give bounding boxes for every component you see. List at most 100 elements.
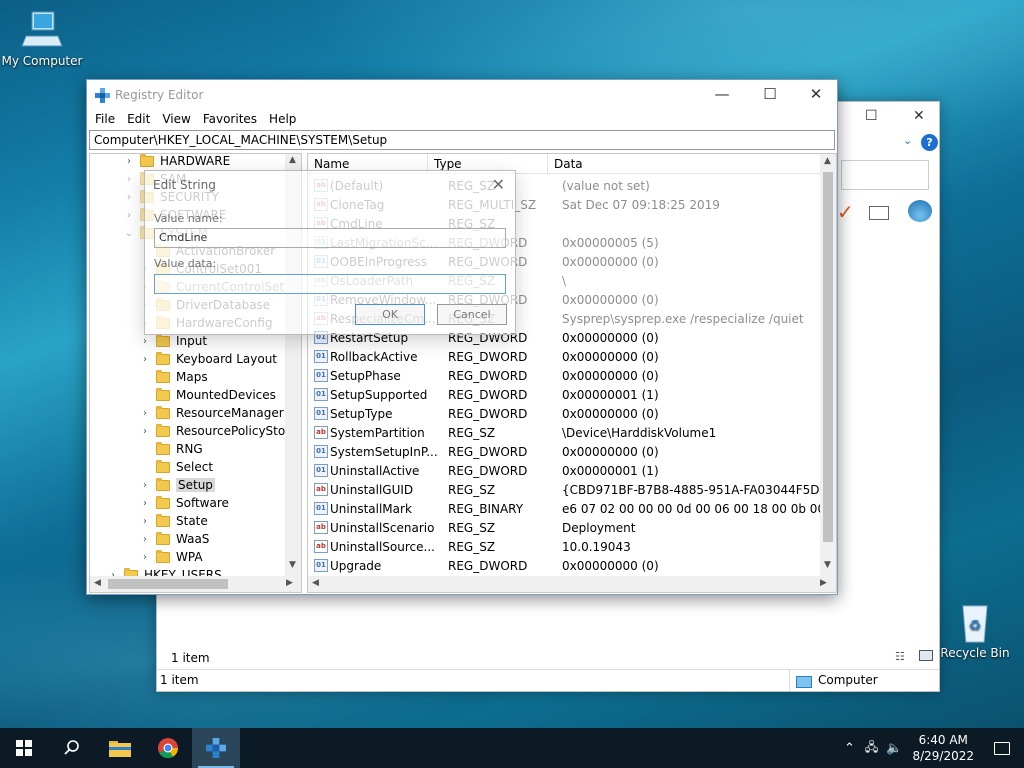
tree-horizontal-scrollbar[interactable]: ◀ ▶	[90, 576, 301, 592]
value-name: SetupSupported	[330, 387, 428, 402]
edit-string-dialog[interactable]: Edit String ✕ Value name: CmdLine Value …	[144, 170, 516, 335]
title-bar[interactable]: Registry Editor — ☐ ✕	[87, 80, 837, 110]
column-header-data[interactable]: Data	[548, 154, 821, 173]
clock[interactable]: 6:40 AM 8/29/2022	[912, 732, 974, 764]
search-button[interactable]	[48, 728, 96, 768]
value-row[interactable]: 01 SetupSupported REG_DWORD 0x00000001 (1)	[308, 385, 659, 404]
tiles-view-icon[interactable]	[919, 650, 933, 661]
network-icon[interactable]: 🖧	[865, 738, 878, 759]
close-button[interactable]: ✕	[793, 84, 839, 106]
registry-editor-taskbar-button[interactable]	[192, 728, 240, 768]
value-name: UninstallActive	[330, 463, 420, 478]
tree-item-rng[interactable]: RNG	[140, 440, 203, 458]
address-bar[interactable]: Computer\HKEY_LOCAL_MACHINE\SYSTEM\Setup	[89, 130, 835, 150]
start-button[interactable]	[0, 728, 48, 768]
value-row[interactable]: 01 SetupType REG_DWORD 0x00000000 (0)	[308, 404, 659, 423]
tree-item-keyboard-layout[interactable]: › Keyboard Layout	[140, 350, 277, 368]
value-row[interactable]: 01 SetupPhase REG_DWORD 0x00000000 (0)	[308, 366, 659, 385]
chevron-right-icon[interactable]: ›	[124, 174, 134, 185]
menu-edit[interactable]: Edit	[121, 110, 156, 130]
shell-icon[interactable]	[908, 200, 932, 222]
value-data: \Device\HarddiskVolume1	[562, 425, 717, 440]
registry-editor-window[interactable]: Registry Editor — ☐ ✕ File Edit View Fav…	[86, 79, 838, 595]
minimize-button[interactable]: —	[699, 84, 745, 106]
value-row[interactable]: 01 SystemSetupInP... REG_DWORD 0x00000000 (…	[308, 442, 659, 461]
value-data: (value not set)	[562, 178, 650, 193]
value-row[interactable]: 01 Upgrade REG_DWORD 0x00000000 (0)	[308, 556, 659, 575]
tree-item-setup[interactable]: › Setup	[140, 476, 215, 494]
scroll-right-arrow[interactable]: ▶	[286, 578, 293, 588]
chevron-down-icon[interactable]: ⌄	[124, 228, 134, 239]
scroll-right-arrow[interactable]: ▶	[820, 578, 827, 588]
ok-button[interactable]: OK	[355, 304, 425, 325]
chevron-right-icon[interactable]: ›	[140, 534, 150, 545]
value-row[interactable]: 01 UninstallActive REG_DWORD 0x00000001 (1)	[308, 461, 659, 480]
my-computer-desktop-icon[interactable]: My Computer	[0, 10, 84, 68]
chevron-right-icon[interactable]: ›	[140, 426, 150, 437]
tree-item-resourcemanager[interactable]: › ResourceManager	[140, 404, 284, 422]
tree-item-maps[interactable]: Maps	[140, 368, 208, 386]
volume-icon[interactable]: 🔈	[886, 741, 902, 756]
value-data-field[interactable]	[154, 274, 506, 294]
menu-help[interactable]: Help	[263, 110, 302, 130]
close-icon[interactable]: ✕	[492, 175, 505, 194]
value-row[interactable]: 01 UninstallMark REG_BINARY e6 07 02 00 00 …	[308, 499, 836, 518]
chevron-right-icon[interactable]: ›	[140, 408, 150, 419]
menu-view[interactable]: View	[156, 110, 196, 130]
chrome-taskbar-button[interactable]	[144, 728, 192, 768]
tree-item-hardware[interactable]: › HARDWARE	[124, 154, 230, 170]
search-box[interactable]	[841, 160, 929, 190]
scroll-thumb[interactable]	[108, 579, 228, 589]
chevron-right-icon[interactable]: ›	[140, 552, 150, 563]
tree-item-software[interactable]: › Software	[140, 494, 229, 512]
chevron-right-icon[interactable]: ›	[140, 480, 150, 491]
cancel-button[interactable]: Cancel	[437, 304, 507, 325]
value-row[interactable]: 01 RollbackActive REG_DWORD 0x00000000 (0)	[308, 347, 659, 366]
value-row[interactable]: ab SystemPartition REG_SZ \Device\HarddiskV…	[308, 423, 716, 442]
clock-time: 6:40 AM	[918, 733, 968, 747]
tree-item-state[interactable]: › State	[140, 512, 208, 530]
tree-item-waas[interactable]: › WaaS	[140, 530, 209, 548]
chevron-right-icon[interactable]: ›	[140, 516, 150, 527]
chevron-right-icon[interactable]: ›	[140, 498, 150, 509]
chevron-right-icon[interactable]: ›	[140, 336, 150, 347]
binary-value-icon: 01	[314, 350, 328, 363]
scroll-up-arrow[interactable]: ▲	[289, 155, 296, 165]
menu-file[interactable]: File	[89, 110, 121, 130]
scroll-up-arrow[interactable]: ▲	[824, 156, 831, 166]
tree-item-resourcepolicystore[interactable]: › ResourcePolicyStore	[140, 422, 297, 440]
chevron-right-icon[interactable]: ›	[124, 210, 134, 221]
scroll-left-arrow[interactable]: ◀	[312, 578, 319, 588]
maximize-icon[interactable]: ☐	[865, 108, 878, 124]
value-data: 0x00000001 (1)	[562, 387, 659, 402]
close-icon[interactable]: ✕	[913, 108, 925, 124]
list-horizontal-scrollbar[interactable]: ◀ ▶	[308, 576, 836, 592]
file-explorer-taskbar-button[interactable]	[96, 728, 144, 768]
chevron-down-icon[interactable]: ⌄	[903, 134, 912, 147]
checkmark-icon[interactable]: ✓	[837, 200, 854, 224]
scroll-left-arrow[interactable]: ◀	[94, 578, 101, 588]
maximize-button[interactable]: ☐	[747, 84, 793, 106]
value-row[interactable]: ab UninstallSource... REG_SZ 10.0.19043	[308, 537, 631, 556]
scroll-down-arrow[interactable]: ▼	[289, 560, 296, 570]
value-row[interactable]: ab UninstallScenario REG_SZ Deployment	[308, 518, 635, 537]
list-vertical-scrollbar[interactable]: ▲ ▼	[820, 154, 836, 576]
recycle-bin-desktop-icon[interactable]: ♻ Recycle Bin	[933, 602, 1017, 660]
chevron-right-icon[interactable]: ›	[124, 192, 134, 203]
value-name-field[interactable]: CmdLine	[154, 228, 506, 248]
details-view-icon[interactable]: ☷	[895, 650, 905, 663]
chevron-right-icon[interactable]: ›	[124, 156, 134, 167]
scroll-thumb[interactable]	[823, 172, 833, 542]
help-icon[interactable]: ?	[921, 134, 938, 151]
tree-item-wpa[interactable]: › WPA	[140, 548, 203, 566]
string-value-icon: ab	[314, 540, 328, 553]
chevron-right-icon[interactable]: ›	[140, 354, 150, 365]
scroll-down-arrow[interactable]: ▼	[824, 560, 831, 570]
chevron-up-icon[interactable]: ⌃	[844, 741, 855, 756]
menu-favorites[interactable]: Favorites	[197, 110, 263, 130]
value-row[interactable]: ab UninstallGUID REG_SZ {CBD971BF-B7B8-4885…	[308, 480, 836, 499]
tree-item-select[interactable]: Select	[140, 458, 213, 476]
tree-item-mounteddevices[interactable]: MountedDevices	[140, 386, 276, 404]
notifications-icon[interactable]	[994, 741, 1010, 755]
card-icon[interactable]	[869, 206, 889, 220]
